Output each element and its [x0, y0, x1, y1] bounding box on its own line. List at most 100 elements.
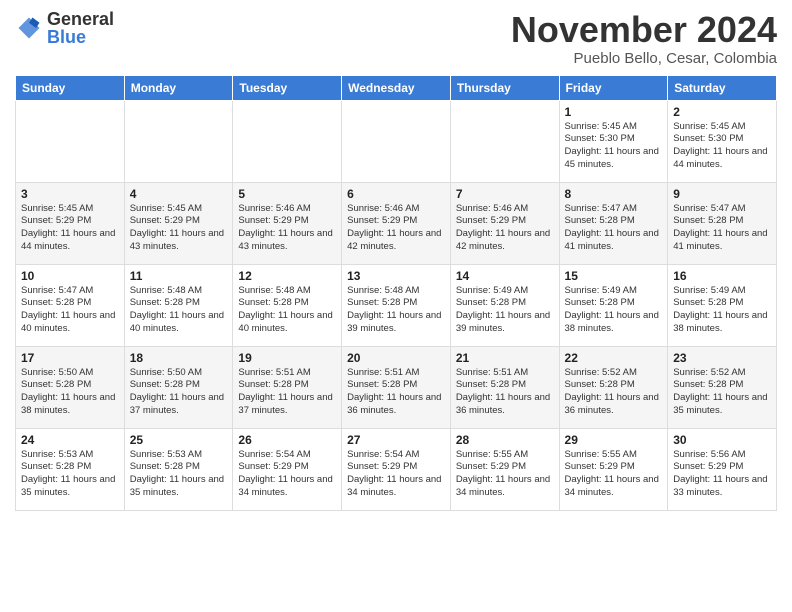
- day-number: 23: [673, 351, 771, 365]
- day-number: 6: [347, 187, 445, 201]
- header-monday: Monday: [124, 75, 233, 100]
- calendar-cell: 7 Sunrise: 5:46 AM Sunset: 5:29 PM Daylig…: [450, 182, 559, 264]
- day-info: Sunrise: 5:48 AM Sunset: 5:28 PM Dayligh…: [347, 285, 445, 336]
- header: General Blue November 2024 Pueblo Bello,…: [15, 10, 777, 67]
- day-number: 15: [565, 269, 663, 283]
- month-title: November 2024: [511, 10, 777, 50]
- header-wednesday: Wednesday: [342, 75, 451, 100]
- day-info: Sunrise: 5:45 AM Sunset: 5:29 PM Dayligh…: [130, 203, 228, 254]
- day-info: Sunrise: 5:46 AM Sunset: 5:29 PM Dayligh…: [238, 203, 336, 254]
- day-info: Sunrise: 5:46 AM Sunset: 5:29 PM Dayligh…: [347, 203, 445, 254]
- day-number: 13: [347, 269, 445, 283]
- calendar-cell: 10Sunrise: 5:47 AM Sunset: 5:28 PM Dayli…: [16, 264, 125, 346]
- day-number: 9: [673, 187, 771, 201]
- day-number: 22: [565, 351, 663, 365]
- calendar-cell: [124, 100, 233, 182]
- calendar-cell: 20 Sunrise: 5:51 AM Sunset: 5:28 PM Dayli…: [342, 346, 451, 428]
- logo-icon: [15, 14, 43, 42]
- calendar-cell: 1 Sunrise: 5:45 AM Sunset: 5:30 PM Daylig…: [559, 100, 668, 182]
- calendar-cell: [233, 100, 342, 182]
- day-info: Sunrise: 5:47 AM Sunset: 5:28 PM Dayligh…: [673, 203, 771, 254]
- day-info: Sunrise: 5:51 AM Sunset: 5:28 PM Dayligh…: [238, 367, 336, 418]
- day-info: Sunrise: 5:45 AM Sunset: 5:30 PM Dayligh…: [565, 121, 663, 172]
- calendar-cell: 29 Sunrise: 5:55 AM Sunset: 5:29 PM Dayli…: [559, 428, 668, 510]
- calendar-week-5: 24 Sunrise: 5:53 AM Sunset: 5:28 PM Dayli…: [16, 428, 777, 510]
- day-info: Sunrise: 5:56 AM Sunset: 5:29 PM Dayligh…: [673, 449, 771, 500]
- calendar-cell: 25 Sunrise: 5:53 AM Sunset: 5:28 PM Dayli…: [124, 428, 233, 510]
- day-info: Sunrise: 5:46 AM Sunset: 5:29 PM Dayligh…: [456, 203, 554, 254]
- day-info: Sunrise: 5:50 AM Sunset: 5:28 PM Dayligh…: [130, 367, 228, 418]
- calendar-table: Sunday Monday Tuesday Wednesday Thursday…: [15, 75, 777, 511]
- calendar-cell: 17 Sunrise: 5:50 AM Sunset: 5:28 PM Dayli…: [16, 346, 125, 428]
- day-number: 25: [130, 433, 228, 447]
- day-number: 7: [456, 187, 554, 201]
- day-number: 20: [347, 351, 445, 365]
- header-tuesday: Tuesday: [233, 75, 342, 100]
- calendar-cell: 24Sunrise: 5:53 AM Sunset: 5:28 PM Dayli…: [16, 428, 125, 510]
- day-number: 12: [238, 269, 336, 283]
- calendar-cell: 28Sunrise: 5:55 AM Sunset: 5:29 PM Dayli…: [450, 428, 559, 510]
- calendar-cell: 27 Sunrise: 5:54 AM Sunset: 5:29 PM Dayli…: [342, 428, 451, 510]
- day-number: 2: [673, 105, 771, 119]
- day-info: Sunrise: 5:54 AM Sunset: 5:29 PM Dayligh…: [238, 449, 336, 500]
- day-info: Sunrise: 5:52 AM Sunset: 5:28 PM Dayligh…: [565, 367, 663, 418]
- calendar-cell: 15 Sunrise: 5:49 AM Sunset: 5:28 PM Dayli…: [559, 264, 668, 346]
- calendar-cell: 13 Sunrise: 5:48 AM Sunset: 5:28 PM Dayli…: [342, 264, 451, 346]
- calendar-cell: 8 Sunrise: 5:47 AM Sunset: 5:28 PM Daylig…: [559, 182, 668, 264]
- day-number: 29: [565, 433, 663, 447]
- title-area: November 2024 Pueblo Bello, Cesar, Colom…: [511, 10, 777, 67]
- calendar-week-1: 1 Sunrise: 5:45 AM Sunset: 5:30 PM Daylig…: [16, 100, 777, 182]
- day-number: 27: [347, 433, 445, 447]
- logo-text: General Blue: [47, 10, 114, 46]
- calendar-cell: [450, 100, 559, 182]
- day-info: Sunrise: 5:47 AM Sunset: 5:28 PM Dayligh…: [565, 203, 663, 254]
- header-sunday: Sunday: [16, 75, 125, 100]
- calendar-cell: 16 Sunrise: 5:49 AM Sunset: 5:28 PM Dayli…: [668, 264, 777, 346]
- calendar-cell: [342, 100, 451, 182]
- calendar-cell: 2Sunrise: 5:45 AM Sunset: 5:30 PM Daylig…: [668, 100, 777, 182]
- day-info: Sunrise: 5:49 AM Sunset: 5:28 PM Dayligh…: [456, 285, 554, 336]
- logo-general: General: [47, 10, 114, 28]
- calendar-cell: [16, 100, 125, 182]
- day-number: 1: [565, 105, 663, 119]
- logo-blue: Blue: [47, 28, 114, 46]
- day-number: 10: [21, 269, 119, 283]
- day-info: Sunrise: 5:55 AM Sunset: 5:29 PM Dayligh…: [565, 449, 663, 500]
- calendar-cell: 9 Sunrise: 5:47 AM Sunset: 5:28 PM Daylig…: [668, 182, 777, 264]
- day-info: Sunrise: 5:48 AM Sunset: 5:28 PM Dayligh…: [238, 285, 336, 336]
- day-info: Sunrise: 5:49 AM Sunset: 5:28 PM Dayligh…: [565, 285, 663, 336]
- header-friday: Friday: [559, 75, 668, 100]
- calendar-cell: 6 Sunrise: 5:46 AM Sunset: 5:29 PM Daylig…: [342, 182, 451, 264]
- calendar-cell: 23Sunrise: 5:52 AM Sunset: 5:28 PM Dayli…: [668, 346, 777, 428]
- day-info: Sunrise: 5:51 AM Sunset: 5:28 PM Dayligh…: [347, 367, 445, 418]
- calendar-cell: 11 Sunrise: 5:48 AM Sunset: 5:28 PM Dayli…: [124, 264, 233, 346]
- logo: General Blue: [15, 10, 114, 46]
- day-number: 8: [565, 187, 663, 201]
- day-number: 30: [673, 433, 771, 447]
- calendar-cell: 3Sunrise: 5:45 AM Sunset: 5:29 PM Daylig…: [16, 182, 125, 264]
- header-saturday: Saturday: [668, 75, 777, 100]
- day-info: Sunrise: 5:48 AM Sunset: 5:28 PM Dayligh…: [130, 285, 228, 336]
- day-number: 11: [130, 269, 228, 283]
- day-info: Sunrise: 5:49 AM Sunset: 5:28 PM Dayligh…: [673, 285, 771, 336]
- calendar-header-row: Sunday Monday Tuesday Wednesday Thursday…: [16, 75, 777, 100]
- day-number: 16: [673, 269, 771, 283]
- day-number: 26: [238, 433, 336, 447]
- day-number: 17: [21, 351, 119, 365]
- day-info: Sunrise: 5:54 AM Sunset: 5:29 PM Dayligh…: [347, 449, 445, 500]
- day-number: 14: [456, 269, 554, 283]
- calendar-cell: 26 Sunrise: 5:54 AM Sunset: 5:29 PM Dayli…: [233, 428, 342, 510]
- day-number: 5: [238, 187, 336, 201]
- day-info: Sunrise: 5:45 AM Sunset: 5:29 PM Dayligh…: [21, 203, 119, 254]
- day-info: Sunrise: 5:50 AM Sunset: 5:28 PM Dayligh…: [21, 367, 119, 418]
- day-info: Sunrise: 5:53 AM Sunset: 5:28 PM Dayligh…: [130, 449, 228, 500]
- day-number: 21: [456, 351, 554, 365]
- calendar-cell: 4Sunrise: 5:45 AM Sunset: 5:29 PM Daylig…: [124, 182, 233, 264]
- day-number: 19: [238, 351, 336, 365]
- calendar-cell: 5 Sunrise: 5:46 AM Sunset: 5:29 PM Daylig…: [233, 182, 342, 264]
- calendar-week-4: 17 Sunrise: 5:50 AM Sunset: 5:28 PM Dayli…: [16, 346, 777, 428]
- day-number: 24: [21, 433, 119, 447]
- day-info: Sunrise: 5:51 AM Sunset: 5:28 PM Dayligh…: [456, 367, 554, 418]
- day-info: Sunrise: 5:55 AM Sunset: 5:29 PM Dayligh…: [456, 449, 554, 500]
- calendar-week-3: 10Sunrise: 5:47 AM Sunset: 5:28 PM Dayli…: [16, 264, 777, 346]
